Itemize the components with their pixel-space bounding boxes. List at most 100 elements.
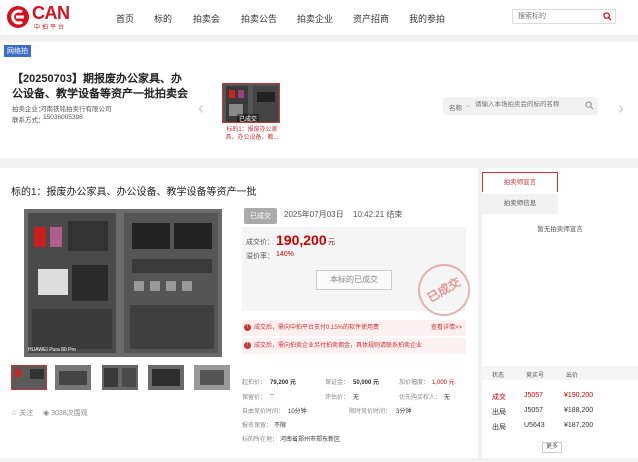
deposit-label: 保证金： [325,380,350,386]
image-thumb-3[interactable] [102,365,138,390]
empty-announcement: 暂无拍卖师宣言 [537,226,583,233]
fee-notice-text: 成交后，需向中拍平台支付0.15%的软件使用费 [254,325,380,331]
chevron-right-icon[interactable]: › [618,98,624,119]
view-count-text: 3038次围观 [51,410,88,417]
reserve-label: 保留价： [242,395,267,401]
image-thumb-2[interactable] [55,365,91,390]
contact-label: 联系方式： [12,117,45,124]
increment-value: 1,000 元 [432,380,455,386]
bid-bidder: J5057 [524,407,544,414]
evaluation-value: 无 [353,395,360,401]
search-input[interactable] [513,10,599,23]
final-price: 190,200 [276,232,327,248]
nav-my-bids[interactable]: 我的参拍 [409,12,445,25]
deposit-value: 50,000 元 [353,380,380,386]
free-bid-label: 自由竞价时间： [242,409,285,415]
star-icon: ☆ [11,410,18,417]
registration-label: 报名保留： [242,423,273,429]
auctioneer-panel: 拍卖师宣言 拍卖师信息 暂无拍卖师宣言 状态 竞买号 出价 成交 J5057 ¥… [482,168,638,458]
premium-rate: 140% [276,251,294,258]
nav-home[interactable]: 首页 [116,12,134,25]
view-details-link[interactable]: 查看详情>> [431,320,462,336]
lot-detail-panel: 标的1：报废办公家具、办公设备、教学设备等资产一批 HUAWEI Pura 80… [0,168,480,458]
priority-value: 无 [444,395,451,401]
search-box [512,9,616,24]
thumbnail-status: 已成交 [237,114,260,122]
price-box: 成交价： 190,200 元 溢价率： 140% 本标的已成交 已成交 [242,227,480,326]
bid-status: 成交 [492,394,506,401]
start-price-label: 起拍价： [242,380,267,386]
bid-status: 出局 [492,424,506,431]
end-date: 2025年07月03日 [284,210,344,219]
col-price: 出价 [566,373,579,379]
bid-bidder: U5643 [524,422,545,429]
chevron-down-icon[interactable]: ⌄ [465,101,470,109]
status-badge: 已成交 [244,208,277,224]
nav-companies[interactable]: 拍卖企业 [297,12,333,25]
follow-button[interactable]: ☆ 关注 [11,408,33,418]
bid-row: 成交 J5057 ¥190,200 [482,392,638,404]
col-bidder: 竞买号 [526,373,545,379]
online-auction-badge: 网络拍 [4,45,31,57]
commission-notice-text: 成交后，需向拍卖企业另付拍卖佣金，具体规则请联系拍卖企业 [254,343,423,349]
image-thumb-4[interactable] [148,365,184,390]
fee-notice: ! 成交后，需向中拍平台支付0.15%的软件使用费 查看详情>> [242,320,466,336]
time-limit-value: 3分钟 [396,409,412,415]
priority-label: 优先购买权人： [399,395,442,401]
price-unit: 元 [328,239,335,246]
logo-subtext: 中拍平台 [34,25,67,31]
tab-auctioneer-announcement[interactable]: 拍卖师宣言 [482,172,558,192]
reserve-value: -- [270,392,274,398]
lot-thumbnail[interactable]: 已成交 [222,83,280,123]
nav-asset-investment[interactable]: 资产招商 [353,12,389,25]
premium-label: 溢价率： [246,253,274,260]
lot-name-search: 名称 ⌄ [443,97,598,115]
commission-notice: ! 成交后，需向拍卖企业另付拍卖佣金，具体规则请联系拍卖企业 [242,338,466,354]
bid-bidder: J5057 [524,392,544,399]
view-count: ◉ 3038次围观 [43,408,88,418]
col-status: 状态 [492,373,505,379]
follow-label: 关注 [19,410,34,417]
start-price-value: 79,200 元 [270,380,297,386]
bid-price: ¥188,200 [564,407,594,414]
top-header: CAN 中拍平台 首页 标的 拍卖会 拍卖公告 拍卖企业 资产招商 我的参拍 [0,0,638,36]
increment-label: 加价幅度： [399,380,430,386]
chevron-left-icon[interactable]: ‹ [198,98,204,119]
tab-auctioneer-info[interactable]: 拍卖师信息 [482,194,558,214]
nav-auctions[interactable]: 拍卖会 [193,12,220,25]
search-icon[interactable] [585,101,594,110]
search-icon[interactable] [603,12,612,21]
image-thumb-1[interactable] [11,365,47,390]
nav-lots[interactable]: 标的 [154,12,172,25]
free-bid-value: 10分钟 [288,409,307,415]
auction-title: 【20250703】期报废办公家具、办公设备、教学设备等资产一批拍卖会 [12,73,188,100]
eye-icon: ◉ [43,410,50,417]
evaluation-label: 评估价： [325,395,350,401]
location-value: 河南省郑州市郑东新区 [280,437,341,443]
bid-row: 出局 J5057 ¥188,200 [482,407,638,419]
lot-title: 标的1：报废办公家具、办公设备、教学设备等资产一批 [11,187,257,198]
lot-closed-button[interactable]: 本标的已成交 [316,270,392,290]
registration-value: 不限 [274,423,287,429]
lot-name-input[interactable] [475,101,585,108]
company-name[interactable]: 河南铁铭拍卖行有限公司 [40,103,112,113]
end-time: 10:42:21 结束 [353,210,403,219]
time-limit-label: 限时竞价时间： [349,409,392,415]
location-label: 标的所在地： [242,437,279,443]
bid-row: 出局 U5643 ¥187,200 [482,422,638,434]
bid-price: ¥187,200 [564,422,594,429]
bid-price: ¥190,200 [564,392,594,399]
thumbnail-caption[interactable]: 标的1：报废办公家具、办公设备、教... [222,126,282,142]
logo-mark-icon [7,6,29,28]
auction-info-panel: 网络拍 【20250703】期报废办公家具、办公设备、教学设备等资产一批拍卖会 … [0,42,638,158]
lot-main-image[interactable]: HUAWEI Pura 80 Pro [24,209,222,357]
sold-stamp: 已成交 [408,254,480,326]
can-logo[interactable]: CAN 中拍平台 [6,3,76,31]
contact-phone: 15036005398 [43,114,83,121]
image-thumb-5[interactable] [194,365,230,390]
nav-announcements[interactable]: 拍卖公告 [241,12,277,25]
alert-icon: ! [244,342,251,349]
name-label: 名称 [449,105,462,112]
logo-text: CAN [32,3,70,23]
more-bids-button[interactable]: 更多 [542,442,562,453]
